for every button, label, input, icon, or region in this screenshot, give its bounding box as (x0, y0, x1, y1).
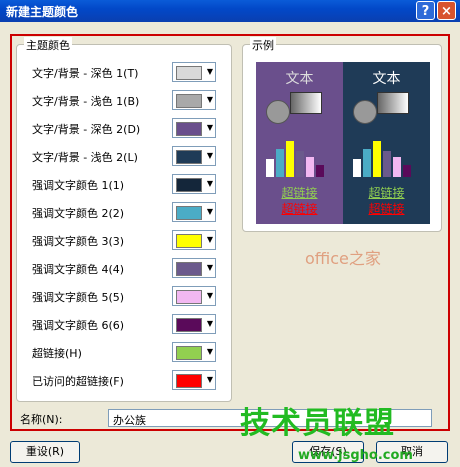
name-label: 名称(N): (20, 413, 63, 426)
chevron-down-icon: ▼ (206, 347, 213, 356)
color-row: 已访问的超链接(F) ▼ (32, 370, 222, 390)
sample-visited-left: 超链接 (281, 202, 318, 216)
color-picker[interactable]: ▼ (172, 286, 216, 306)
watermark-brand: 技术员联盟 (240, 406, 395, 441)
sample-title: 示例 (250, 37, 276, 53)
sample-bar (296, 151, 304, 177)
chevron-down-icon: ▼ (206, 291, 213, 300)
sample-visited-right: 超链接 (368, 202, 405, 216)
color-swatch (176, 94, 202, 108)
sample-hyperlink-left: 超链接 (281, 186, 318, 200)
color-picker[interactable]: ▼ (172, 118, 216, 138)
chevron-down-icon: ▼ (206, 95, 213, 104)
chevron-down-icon: ▼ (206, 263, 213, 272)
color-row: 强调文字颜色 4(4) ▼ (32, 258, 222, 278)
color-row-label: 超链接(H) (32, 347, 82, 360)
chevron-down-icon: ▼ (206, 151, 213, 160)
sample-bar (393, 157, 401, 177)
color-picker[interactable]: ▼ (172, 230, 216, 250)
sample-bars-left (266, 137, 336, 177)
chevron-down-icon: ▼ (206, 319, 213, 328)
color-swatch (176, 318, 202, 332)
color-row: 强调文字颜色 2(2) ▼ (32, 202, 222, 222)
chevron-down-icon: ▼ (206, 123, 213, 132)
sample-hyperlink-right: 超链接 (368, 186, 405, 200)
sample-bar (373, 141, 381, 177)
chevron-down-icon: ▼ (206, 207, 213, 216)
sample-bars-right (353, 137, 423, 177)
color-swatch (176, 178, 202, 192)
color-row: 强调文字颜色 1(1) ▼ (32, 174, 222, 194)
color-row: 文字/背景 - 深色 2(D) ▼ (32, 118, 222, 138)
sample-circle (353, 100, 377, 124)
color-swatch (176, 374, 202, 388)
sample-left-panel: 文本 超链接 超链接 (256, 62, 343, 224)
color-row-label: 强调文字颜色 2(2) (32, 207, 125, 220)
color-swatch (176, 346, 202, 360)
sample-bar (286, 141, 294, 177)
chevron-down-icon: ▼ (206, 179, 213, 188)
color-row-label: 已访问的超链接(F) (32, 375, 124, 388)
color-row-label: 强调文字颜色 3(3) (32, 235, 125, 248)
color-swatch (176, 234, 202, 248)
color-picker[interactable]: ▼ (172, 174, 216, 194)
color-row: 文字/背景 - 深色 1(T) ▼ (32, 62, 222, 82)
sample-bar (276, 149, 284, 177)
sample-right-panel: 文本 超链接 超链接 (343, 62, 430, 224)
close-button[interactable]: × (437, 1, 456, 20)
color-row: 强调文字颜色 6(6) ▼ (32, 314, 222, 334)
sample-bar (363, 149, 371, 177)
sample-rect (377, 92, 409, 114)
color-picker[interactable]: ▼ (172, 342, 216, 362)
color-picker[interactable]: ▼ (172, 146, 216, 166)
color-picker[interactable]: ▼ (172, 314, 216, 334)
color-swatch (176, 262, 202, 276)
help-button[interactable]: ? (416, 1, 435, 20)
color-swatch (176, 66, 202, 80)
color-row-label: 文字/背景 - 深色 2(D) (32, 123, 141, 136)
color-row-label: 强调文字颜色 1(1) (32, 179, 125, 192)
color-swatch (176, 290, 202, 304)
sample-rect (290, 92, 322, 114)
chevron-down-icon: ▼ (206, 375, 213, 384)
sample-preview: 文本 超链接 超链接 文本 超链接 超链接 (256, 62, 430, 224)
theme-colors-title: 主题颜色 (24, 37, 72, 53)
sample-circle (266, 100, 290, 124)
color-row: 文字/背景 - 浅色 1(B) ▼ (32, 90, 222, 110)
reset-button[interactable]: 重设(R) (10, 441, 80, 463)
color-picker[interactable]: ▼ (172, 90, 216, 110)
sample-bar (266, 159, 274, 177)
sample-bar (383, 151, 391, 177)
color-row: 强调文字颜色 5(5) ▼ (32, 286, 222, 306)
color-row-label: 强调文字颜色 6(6) (32, 319, 125, 332)
color-picker[interactable]: ▼ (172, 258, 216, 278)
color-row-label: 文字/背景 - 浅色 1(B) (32, 95, 140, 108)
color-row-label: 文字/背景 - 深色 1(T) (32, 67, 139, 80)
chevron-down-icon: ▼ (206, 67, 213, 76)
color-picker[interactable]: ▼ (172, 370, 216, 390)
color-row-label: 文字/背景 - 浅色 2(L) (32, 151, 138, 164)
sample-text-right: 文本 (372, 71, 401, 87)
window-title: 新建主题颜色 (6, 5, 79, 19)
sample-bar (306, 157, 314, 177)
watermark-office: office之家 (305, 249, 381, 268)
color-swatch (176, 206, 202, 220)
color-picker[interactable]: ▼ (172, 202, 216, 222)
sample-bar (316, 165, 324, 177)
sample-bar (353, 159, 361, 177)
title-bar: 新建主题颜色 ? × (0, 0, 460, 22)
color-row-label: 强调文字颜色 4(4) (32, 263, 125, 276)
chevron-down-icon: ▼ (206, 235, 213, 244)
sample-bar (403, 165, 411, 177)
color-row: 文字/背景 - 浅色 2(L) ▼ (32, 146, 222, 166)
color-swatch (176, 150, 202, 164)
sample-text-left: 文本 (285, 71, 314, 87)
color-swatch (176, 122, 202, 136)
color-picker[interactable]: ▼ (172, 62, 216, 82)
color-row: 强调文字颜色 3(3) ▼ (32, 230, 222, 250)
color-row-label: 强调文字颜色 5(5) (32, 291, 125, 304)
watermark-url: www.jsgho.com (298, 448, 413, 463)
color-row: 超链接(H) ▼ (32, 342, 222, 362)
